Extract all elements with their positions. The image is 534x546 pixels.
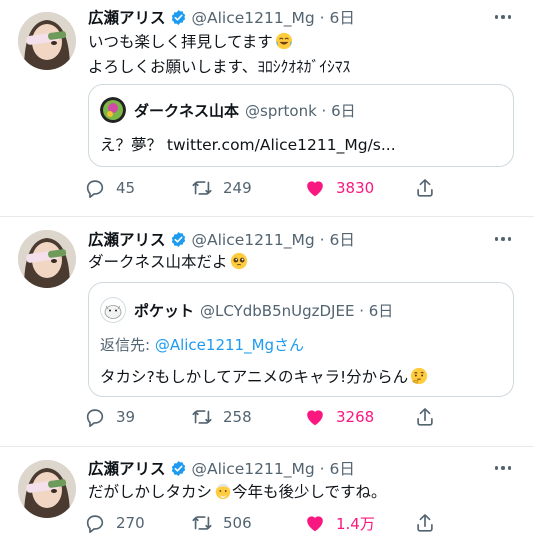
author-name[interactable]: 広瀬アリス bbox=[88, 228, 166, 250]
quoted-tweet[interactable]: ダークネス山本 @sprtonk · 6日 え？夢？ twitter.com/A… bbox=[88, 84, 514, 167]
tweet[interactable]: 広瀬アリス @Alice1211_Mg · 6日 ダークネス山本だよ ポケット … bbox=[0, 217, 534, 446]
avatar-photo bbox=[18, 460, 76, 518]
reply-icon bbox=[86, 515, 104, 533]
quoted-text-content: タカシ?もしかしてアニメのキャラ!分からん bbox=[100, 368, 409, 386]
laughing-crying-emoji-icon bbox=[275, 32, 293, 50]
old-man-emoji-icon bbox=[214, 482, 232, 500]
reply-count: 270 bbox=[116, 514, 145, 532]
tweet-text-line: いつも楽しく拝見してます bbox=[88, 33, 273, 51]
verified-badge-icon bbox=[170, 9, 187, 26]
quoted-avatar bbox=[100, 97, 126, 123]
replying-to: 返信先: @Alice1211_Mgさん bbox=[100, 334, 304, 355]
verified-badge-icon bbox=[170, 231, 187, 248]
quoted-text: タカシ?もしかしてアニメのキャラ!分からん bbox=[100, 365, 428, 387]
like-count: 3268 bbox=[336, 408, 375, 426]
reply-button[interactable]: 270 bbox=[84, 511, 145, 535]
retweet-icon bbox=[192, 516, 212, 530]
reply-count: 39 bbox=[116, 408, 136, 426]
avatar[interactable] bbox=[18, 460, 76, 518]
tweet[interactable]: 広瀬アリス @Alice1211_Mg · 6日 いつも楽しく拝見してます よろ… bbox=[0, 0, 534, 216]
handle-and-time[interactable]: @Alice1211_Mg · 6日 bbox=[192, 228, 355, 250]
reply-button[interactable]: 45 bbox=[84, 176, 135, 200]
retweet-count: 258 bbox=[223, 408, 252, 426]
share-button[interactable] bbox=[414, 405, 436, 429]
more-options-icon[interactable] bbox=[489, 232, 517, 246]
heart-filled-icon bbox=[307, 181, 323, 197]
tweet-text-line: よろしくお願いします、ﾖﾛｼｸｵﾈｶﾞｲｼﾏｽ bbox=[88, 58, 351, 76]
share-button[interactable] bbox=[414, 176, 436, 200]
reply-icon bbox=[86, 180, 104, 198]
handle-and-time[interactable]: @Alice1211_Mg · 6日 bbox=[192, 6, 355, 28]
heart-filled-icon bbox=[307, 516, 323, 532]
verified-badge-icon bbox=[170, 460, 187, 477]
quoted-handle-and-time: @sprtonk · 6日 bbox=[245, 101, 356, 120]
retweet-count: 506 bbox=[223, 514, 252, 532]
avatar[interactable] bbox=[18, 230, 76, 288]
heart-filled-icon bbox=[307, 410, 323, 426]
share-button[interactable] bbox=[414, 511, 436, 535]
quoted-avatar bbox=[100, 297, 126, 323]
more-options-icon[interactable] bbox=[489, 461, 517, 475]
quoted-tweet[interactable]: ポケット @LCYdbB5nUgzDJEE · 6日 返信先: @Alice12… bbox=[88, 282, 514, 397]
retweet-icon bbox=[192, 181, 212, 195]
like-button[interactable]: 3268 bbox=[304, 405, 374, 429]
reply-icon bbox=[86, 409, 104, 427]
tweet-text-line: 今年も後少しですね。 bbox=[232, 483, 387, 501]
tweet-text-line: ダークネス山本だよ bbox=[88, 253, 228, 271]
tweet-text-line: だがしかしタカシ bbox=[88, 483, 213, 501]
retweet-button[interactable]: 506 bbox=[191, 511, 252, 535]
avatar[interactable] bbox=[18, 12, 76, 70]
share-icon bbox=[417, 514, 433, 532]
share-icon bbox=[417, 408, 433, 426]
thinking-face-emoji-icon bbox=[410, 367, 428, 385]
reply-button[interactable]: 39 bbox=[84, 405, 135, 429]
more-options-icon[interactable] bbox=[489, 10, 517, 24]
replying-prefix: 返信先: bbox=[100, 336, 155, 354]
author-name[interactable]: 広瀬アリス bbox=[88, 6, 166, 28]
reply-count: 45 bbox=[116, 179, 136, 197]
like-count: 1.4万 bbox=[336, 514, 375, 533]
tweet[interactable]: 広瀬アリス @Alice1211_Mg · 6日 だがしかしタカシ 今年も後少しで… bbox=[0, 447, 534, 546]
tweet-text: だがしかしタカシ 今年も後少しですね。 bbox=[88, 480, 387, 505]
avatar-photo bbox=[18, 230, 76, 288]
retweet-button[interactable]: 249 bbox=[191, 176, 252, 200]
quoted-author-name: ダークネス山本 bbox=[134, 101, 240, 120]
like-button[interactable]: 3830 bbox=[304, 176, 374, 200]
tweet-text: いつも楽しく拝見してます よろしくお願いします、ﾖﾛｼｸｵﾈｶﾞｲｼﾏｽ bbox=[88, 30, 350, 80]
retweet-count: 249 bbox=[223, 179, 252, 197]
like-count: 3830 bbox=[336, 179, 375, 197]
retweet-icon bbox=[192, 410, 212, 424]
replying-suffix: さん bbox=[274, 336, 305, 354]
replying-mention-link[interactable]: @Alice1211_Mg bbox=[155, 336, 274, 354]
share-icon bbox=[417, 179, 433, 197]
author-name[interactable]: 広瀬アリス bbox=[88, 457, 166, 479]
quoted-handle-and-time: @LCYdbB5nUgzDJEE · 6日 bbox=[200, 301, 394, 320]
retweet-button[interactable]: 258 bbox=[191, 405, 252, 429]
handle-and-time[interactable]: @Alice1211_Mg · 6日 bbox=[192, 457, 355, 479]
tweet-text: ダークネス山本だよ bbox=[88, 250, 248, 275]
like-button[interactable]: 1.4万 bbox=[304, 511, 375, 535]
avatar-photo bbox=[18, 12, 76, 70]
quoted-author-name: ポケット bbox=[134, 301, 195, 320]
quoted-text: え？夢？ twitter.com/Alice1211_Mg/s... bbox=[100, 136, 396, 154]
pleading-face-emoji-icon bbox=[230, 252, 248, 270]
